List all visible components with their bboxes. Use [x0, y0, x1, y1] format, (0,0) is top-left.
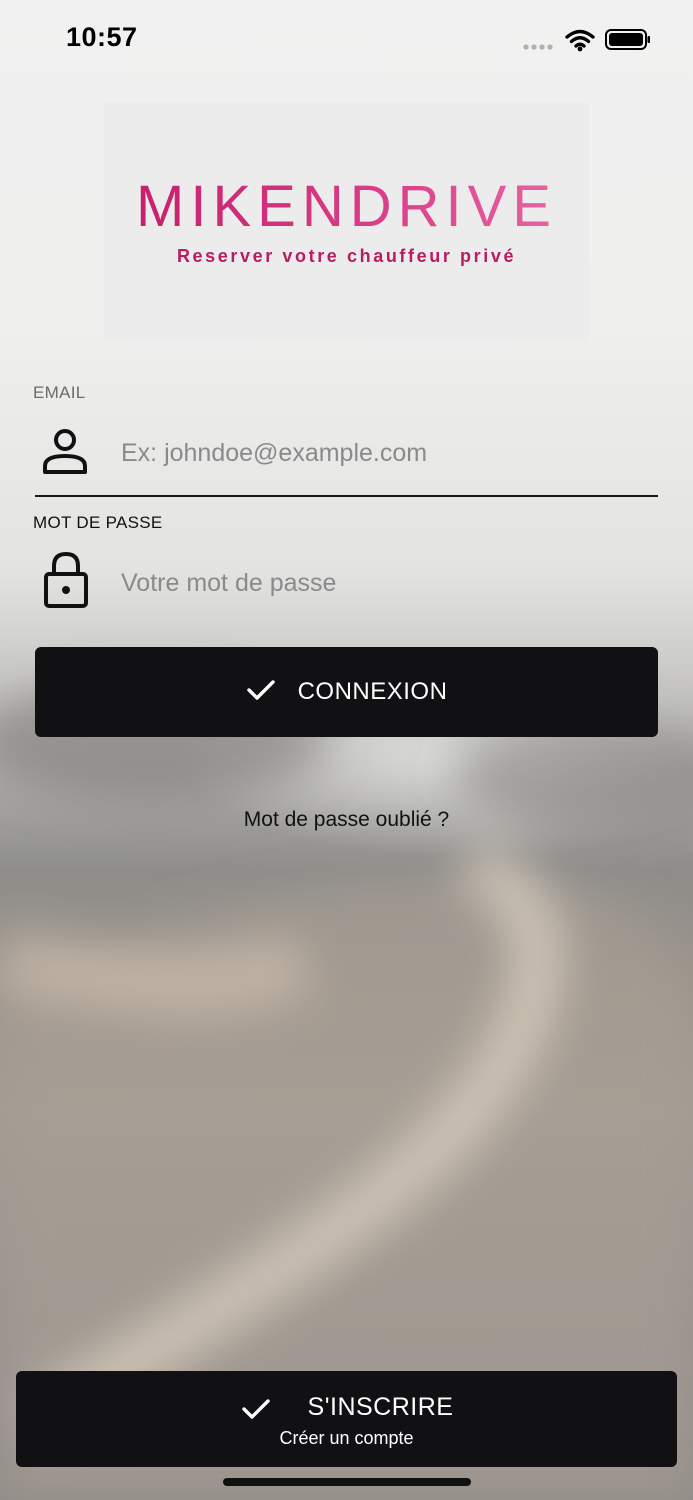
signal-icon: [523, 44, 553, 50]
login-button[interactable]: CONNEXION: [35, 647, 658, 737]
status-time: 10:57: [66, 22, 138, 52]
logo: MIKENDRIVE Reserver votre chauffeur priv…: [104, 103, 589, 340]
forgot-password-link[interactable]: Mot de passe oublié ?: [0, 808, 693, 832]
login-button-label: CONNEXION: [297, 678, 448, 705]
person-icon: [40, 428, 90, 481]
signup-button-sublabel: Créer un compte: [279, 1428, 414, 1448]
email-label: EMAIL: [33, 383, 86, 402]
signup-button[interactable]: S'INSCRIRE Créer un compte: [16, 1371, 677, 1467]
wifi-icon: [565, 29, 595, 48]
password-label: MOT DE PASSE: [33, 513, 163, 532]
signup-button-label: S'INSCRIRE: [307, 1393, 454, 1421]
lock-icon: [42, 550, 90, 615]
checkmark-icon: [246, 678, 276, 709]
battery-icon: [605, 29, 650, 50]
logo-title: MIKENDRIVE: [104, 173, 589, 240]
password-input[interactable]: [121, 563, 641, 603]
email-underline: [35, 495, 658, 497]
email-input[interactable]: [121, 433, 641, 473]
status-icons: [522, 26, 652, 54]
logo-tagline: Reserver votre chauffeur privé: [176, 246, 517, 266]
home-indicator: [223, 1478, 471, 1486]
